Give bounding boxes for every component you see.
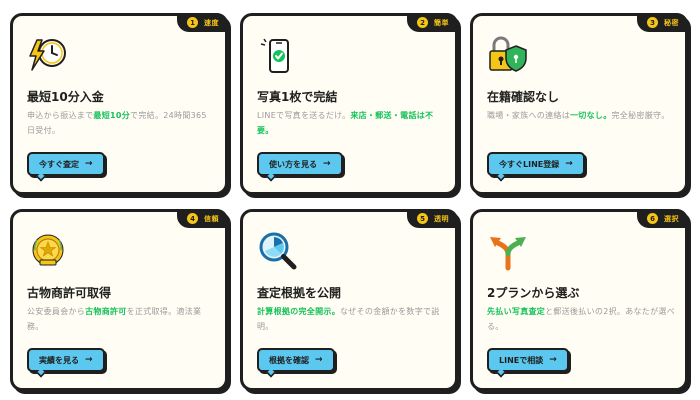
feature-card-transparency: 5 透明 査定根拠を公開 計算根拠の完全開示。なぜその金額かを数字で説明。 根拠… — [240, 209, 458, 391]
badge-label: 透明 — [434, 214, 449, 223]
button-label: 今すぐ査定 — [39, 159, 79, 169]
feature-card-secret: 3 秘密 在籍確認なし 職場・家族への連絡は一切なし。完全秘密厳守。 今すぐLI… — [470, 13, 688, 195]
card-description: 申込から振込まで最短10分で完結。24時間365日受付。 — [27, 108, 215, 138]
how-to-use-button[interactable]: 使い方を見る → — [257, 152, 343, 182]
card-description: LINEで写真を送るだけ。来店・郵送・電話は不要。 — [257, 108, 445, 138]
card-badge: 2 簡単 — [407, 13, 458, 32]
feature-card-choice: 6 選択 2プランから選ぶ 先払い写真査定と郵送後払いの2択。あなたが選べる。 … — [470, 209, 688, 391]
button-label: 根拠を確認 — [269, 355, 309, 365]
arrow-right-icon: → — [85, 355, 93, 365]
badge-number: 4 — [187, 213, 198, 224]
badge-number: 3 — [647, 17, 658, 28]
desc-highlight: 計算根拠の完全開示。 — [257, 307, 340, 316]
card-description: 先払い写真査定と郵送後払いの2択。あなたが選べる。 — [487, 304, 675, 334]
check-basis-button[interactable]: 根拠を確認 → — [257, 348, 335, 378]
card-badge: 6 選択 — [637, 209, 688, 228]
button-label: LINEで相談 — [499, 355, 544, 365]
speech-tail — [36, 172, 46, 182]
desc-text: 職場・家族への連絡は — [487, 111, 570, 120]
desc-highlight: 古物商許可 — [85, 307, 127, 316]
desc-highlight: 最短10分 — [93, 111, 131, 120]
feature-card-trust: 4 信頼 古物商許可取得 公安委員会から古物商許可を正式取得。適法業務。 実績を… — [10, 209, 228, 391]
button-label: 今すぐLINE登録 — [499, 159, 560, 169]
lock-shield-icon — [487, 34, 529, 76]
assess-now-button[interactable]: 今すぐ査定 → — [27, 152, 105, 182]
speech-tail — [266, 172, 276, 182]
arrow-right-icon: → — [323, 159, 331, 169]
card-title: 在籍確認なし — [487, 90, 560, 104]
card-title: 査定根拠を公開 — [257, 286, 342, 300]
badge-label: 秘密 — [664, 18, 679, 27]
desc-text: 公安委員会から — [27, 307, 86, 316]
button-label: 実績を見る — [39, 355, 79, 365]
badge-number: 5 — [417, 213, 428, 224]
speech-tail — [496, 172, 506, 182]
badge-label: 速度 — [204, 18, 219, 27]
card-description: 計算根拠の完全開示。なぜその金額かを数字で説明。 — [257, 304, 445, 334]
button-label: 使い方を見る — [269, 159, 317, 169]
card-badge: 5 透明 — [407, 209, 458, 228]
card-title: 2プランから選ぶ — [487, 286, 580, 300]
card-title: 写真1枚で完結 — [257, 90, 338, 104]
card-badge: 1 速度 — [177, 13, 228, 32]
medal-icon — [27, 230, 69, 272]
line-register-button[interactable]: 今すぐLINE登録 → — [487, 152, 585, 182]
speech-tail — [36, 368, 46, 378]
view-results-button[interactable]: 実績を見る → — [27, 348, 105, 378]
arrow-right-icon: → — [549, 355, 557, 365]
line-consult-button[interactable]: LINEで相談 → — [487, 348, 569, 378]
desc-text: 完全秘密厳守。 — [611, 111, 670, 120]
card-title: 最短10分入金 — [27, 90, 104, 104]
speech-tail — [496, 368, 506, 378]
badge-label: 選択 — [664, 214, 679, 223]
arrow-right-icon: → — [85, 159, 93, 169]
split-arrow-icon — [487, 230, 529, 272]
card-title: 古物商許可取得 — [27, 286, 112, 300]
feature-card-speed: 1 速度 最短10分入金 申込から振込まで最短10分で完結。24時間365日受付… — [10, 13, 228, 195]
feature-grid: 1 速度 最短10分入金 申込から振込まで最短10分で完結。24時間365日受付… — [10, 13, 688, 391]
smartphone-check-icon — [257, 34, 299, 76]
desc-highlight: 一切なし。 — [570, 111, 612, 120]
badge-number: 1 — [187, 17, 198, 28]
badge-label: 信頼 — [204, 214, 219, 223]
card-description: 公安委員会から古物商許可を正式取得。適法業務。 — [27, 304, 215, 334]
badge-label: 簡単 — [434, 18, 449, 27]
arrow-right-icon: → — [565, 159, 573, 169]
lightning-clock-icon — [27, 34, 69, 76]
desc-text: 申込から振込まで — [27, 111, 94, 120]
badge-number: 2 — [417, 17, 428, 28]
desc-highlight: 先払い写真査定 — [487, 307, 546, 316]
badge-number: 6 — [647, 213, 658, 224]
feature-card-easy: 2 簡単 写真1枚で完結 LINEで写真を送るだけ。来店・郵送・電話は不要。 使… — [240, 13, 458, 195]
speech-tail — [266, 368, 276, 378]
card-badge: 4 信頼 — [177, 209, 228, 228]
arrow-right-icon: → — [315, 355, 323, 365]
magnifier-chart-icon — [257, 230, 299, 272]
desc-text: LINEで写真を送るだけ。 — [257, 111, 351, 120]
card-description: 職場・家族への連絡は一切なし。完全秘密厳守。 — [487, 108, 675, 123]
card-badge: 3 秘密 — [637, 13, 688, 32]
